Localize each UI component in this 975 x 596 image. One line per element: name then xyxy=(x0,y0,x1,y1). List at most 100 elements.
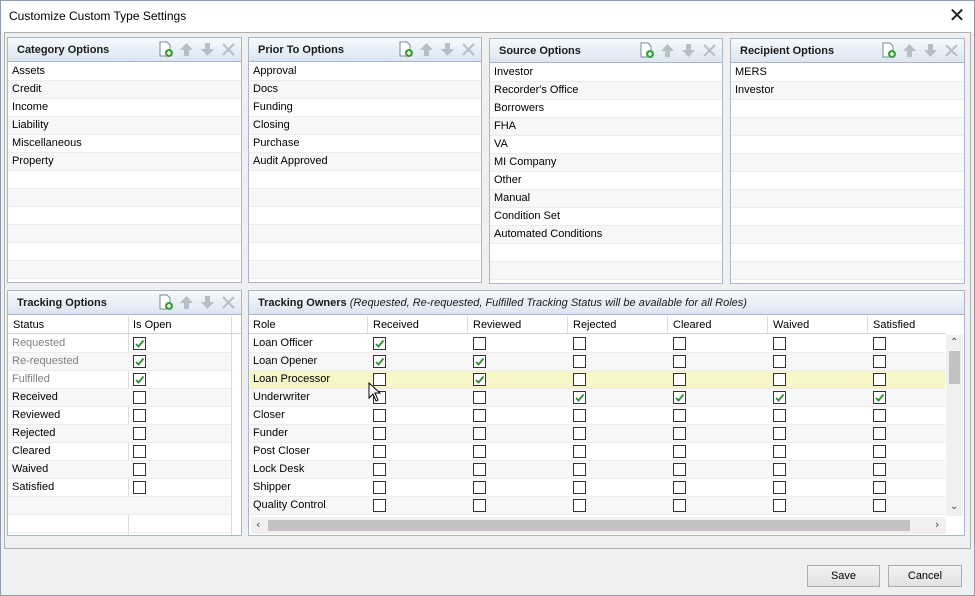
role-status-checkbox[interactable] xyxy=(473,427,486,440)
role-status-checkbox[interactable] xyxy=(373,337,386,350)
role-status-checkbox[interactable] xyxy=(773,337,786,350)
column-header[interactable]: Cleared xyxy=(673,316,712,334)
is-open-checkbox[interactable] xyxy=(133,373,146,386)
role-status-checkbox[interactable] xyxy=(373,355,386,368)
move-down-icon[interactable] xyxy=(680,42,697,59)
table-row[interactable]: Rejected xyxy=(8,425,231,443)
list-item[interactable]: Liability xyxy=(8,117,241,135)
role-status-checkbox[interactable] xyxy=(673,337,686,350)
table-row[interactable]: Fulfilled xyxy=(8,371,231,389)
role-status-checkbox[interactable] xyxy=(773,481,786,494)
role-status-checkbox[interactable] xyxy=(673,373,686,386)
role-status-checkbox[interactable] xyxy=(873,409,886,422)
vertical-scroll-thumb[interactable] xyxy=(949,351,960,384)
table-row[interactable]: Shipper xyxy=(249,479,945,497)
role-status-checkbox[interactable] xyxy=(473,409,486,422)
role-status-checkbox[interactable] xyxy=(673,427,686,440)
move-down-icon[interactable] xyxy=(922,42,939,59)
role-status-checkbox[interactable] xyxy=(673,481,686,494)
move-up-icon[interactable] xyxy=(178,41,195,58)
role-status-checkbox[interactable] xyxy=(473,481,486,494)
role-status-checkbox[interactable] xyxy=(573,481,586,494)
move-up-icon[interactable] xyxy=(418,41,435,58)
table-row[interactable]: Received xyxy=(8,389,231,407)
role-status-checkbox[interactable] xyxy=(773,391,786,404)
role-status-checkbox[interactable] xyxy=(673,355,686,368)
role-status-checkbox[interactable] xyxy=(773,409,786,422)
role-status-checkbox[interactable] xyxy=(873,391,886,404)
role-status-checkbox[interactable] xyxy=(373,409,386,422)
role-status-checkbox[interactable] xyxy=(373,445,386,458)
column-header[interactable]: Received xyxy=(373,316,419,334)
list-item[interactable]: MERS xyxy=(731,64,964,82)
list-item[interactable]: Condition Set xyxy=(490,208,722,226)
column-header[interactable]: Rejected xyxy=(573,316,616,334)
role-status-checkbox[interactable] xyxy=(673,463,686,476)
role-status-checkbox[interactable] xyxy=(373,481,386,494)
role-status-checkbox[interactable] xyxy=(473,391,486,404)
list-item[interactable]: Assets xyxy=(8,63,241,81)
scroll-right-icon[interactable]: › xyxy=(935,519,939,530)
list-item[interactable]: Recorder's Office xyxy=(490,82,722,100)
role-status-checkbox[interactable] xyxy=(873,499,886,512)
is-open-checkbox[interactable] xyxy=(133,337,146,350)
list-item[interactable]: Property xyxy=(8,153,241,171)
list-item[interactable]: Funding xyxy=(249,99,481,117)
role-status-checkbox[interactable] xyxy=(673,391,686,404)
add-document-icon[interactable] xyxy=(397,41,414,58)
role-status-checkbox[interactable] xyxy=(573,445,586,458)
scroll-up-icon[interactable]: ⌃ xyxy=(950,338,958,348)
horizontal-scrollbar[interactable]: ‹ › xyxy=(251,517,946,534)
table-row[interactable]: Closer xyxy=(249,407,945,425)
role-status-checkbox[interactable] xyxy=(773,463,786,476)
role-status-checkbox[interactable] xyxy=(673,409,686,422)
list-item[interactable]: Automated Conditions xyxy=(490,226,722,244)
list-item[interactable]: Miscellaneous xyxy=(8,135,241,153)
delete-icon[interactable] xyxy=(460,41,477,58)
role-status-checkbox[interactable] xyxy=(473,337,486,350)
column-header[interactable]: Role xyxy=(253,316,276,334)
close-icon[interactable]: ✕ xyxy=(945,5,969,27)
scroll-left-icon[interactable]: ‹ xyxy=(256,519,260,530)
role-status-checkbox[interactable] xyxy=(673,445,686,458)
is-open-checkbox[interactable] xyxy=(133,409,146,422)
role-status-checkbox[interactable] xyxy=(573,391,586,404)
role-status-checkbox[interactable] xyxy=(873,463,886,476)
horizontal-scroll-thumb[interactable] xyxy=(268,520,910,531)
add-document-icon[interactable] xyxy=(880,42,897,59)
role-status-checkbox[interactable] xyxy=(873,337,886,350)
move-down-icon[interactable] xyxy=(199,41,216,58)
role-status-checkbox[interactable] xyxy=(573,355,586,368)
move-down-icon[interactable] xyxy=(199,294,216,311)
role-status-checkbox[interactable] xyxy=(673,499,686,512)
column-header[interactable]: Reviewed xyxy=(473,316,521,334)
role-status-checkbox[interactable] xyxy=(473,499,486,512)
list-item[interactable]: Investor xyxy=(490,64,722,82)
role-status-checkbox[interactable] xyxy=(473,463,486,476)
add-document-icon[interactable] xyxy=(157,294,174,311)
list-item[interactable]: Audit Approved xyxy=(249,153,481,171)
list-item[interactable]: Approval xyxy=(249,63,481,81)
table-row[interactable]: Cleared xyxy=(8,443,231,461)
list-item[interactable]: Income xyxy=(8,99,241,117)
delete-icon[interactable] xyxy=(220,41,237,58)
role-status-checkbox[interactable] xyxy=(773,499,786,512)
is-open-checkbox[interactable] xyxy=(133,391,146,404)
list-item[interactable]: FHA xyxy=(490,118,722,136)
delete-icon[interactable] xyxy=(701,42,718,59)
role-status-checkbox[interactable] xyxy=(573,427,586,440)
is-open-checkbox[interactable] xyxy=(133,445,146,458)
is-open-checkbox[interactable] xyxy=(133,481,146,494)
role-status-checkbox[interactable] xyxy=(573,409,586,422)
table-row[interactable]: Quality Control xyxy=(249,497,945,515)
move-up-icon[interactable] xyxy=(659,42,676,59)
table-row[interactable]: Reviewed xyxy=(8,407,231,425)
list-item[interactable]: Credit xyxy=(8,81,241,99)
add-document-icon[interactable] xyxy=(157,41,174,58)
scroll-down-icon[interactable]: ⌄ xyxy=(950,502,958,512)
list-item[interactable]: Borrowers xyxy=(490,100,722,118)
move-up-icon[interactable] xyxy=(901,42,918,59)
delete-icon[interactable] xyxy=(220,294,237,311)
table-row[interactable]: Post Closer xyxy=(249,443,945,461)
role-status-checkbox[interactable] xyxy=(573,337,586,350)
